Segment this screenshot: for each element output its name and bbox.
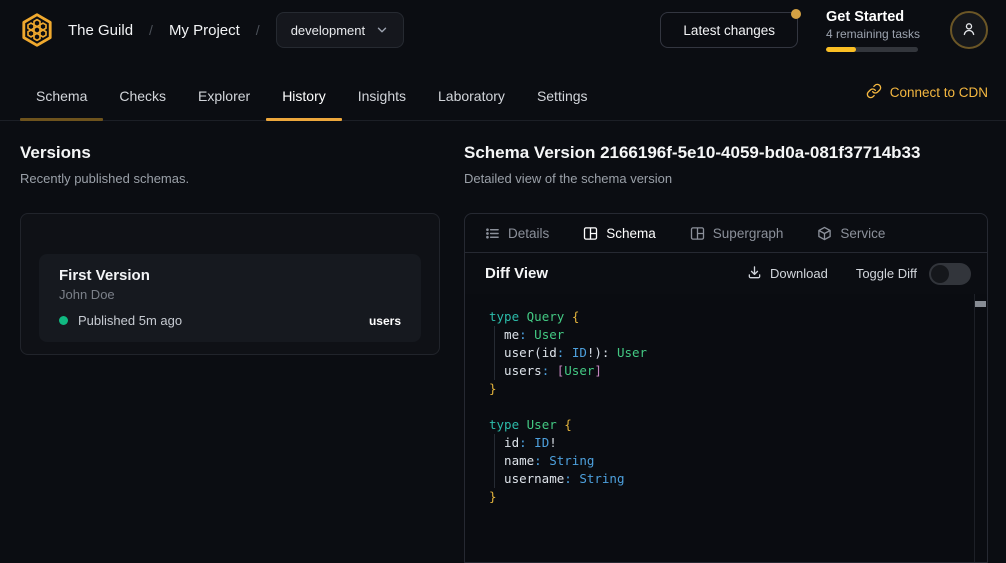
versions-title: Versions: [20, 143, 440, 163]
link-icon: [866, 83, 882, 102]
versions-subtitle: Recently published schemas.: [20, 171, 440, 186]
detail-tab-label: Service: [840, 226, 885, 241]
schema-version-subtitle: Detailed view of the schema version: [464, 171, 988, 186]
user-avatar[interactable]: [950, 11, 988, 49]
detail-tab-label: Supergraph: [713, 226, 784, 241]
code-line: type User {: [489, 416, 963, 434]
code-line: }: [489, 380, 963, 398]
chevron-down-icon: [375, 23, 389, 37]
breadcrumb-org[interactable]: The Guild: [68, 22, 133, 39]
person-icon: [960, 20, 978, 41]
primary-nav: SchemaChecksExplorerHistoryInsightsLabor…: [0, 60, 1006, 121]
breadcrumb-project[interactable]: My Project: [169, 22, 240, 39]
connect-to-cdn-link[interactable]: Connect to CDN: [866, 83, 988, 120]
breadcrumb-separator: /: [256, 22, 260, 38]
breadcrumb-separator: /: [149, 22, 153, 38]
notification-dot-icon: [791, 9, 801, 19]
switch-knob: [931, 265, 949, 283]
code-line: me: User: [489, 326, 963, 344]
detail-tab-service[interactable]: Service: [817, 226, 885, 241]
version-status-row: Published 5m ago users: [59, 313, 401, 328]
version-list-item[interactable]: First Version John Doe Published 5m ago use…: [39, 254, 421, 342]
code-line: }: [489, 488, 963, 506]
detail-tab-supergraph[interactable]: Supergraph: [690, 226, 784, 241]
scrollbar-track: [974, 294, 987, 562]
hive-logo-icon[interactable]: [18, 11, 56, 49]
list-icon: [485, 226, 500, 241]
main-content: Versions Recently published schemas. Fir…: [0, 121, 1006, 563]
detail-tabs: Details Schema Supergraph Service: [465, 214, 987, 253]
diff-toolbar: Diff View Download Toggle Diff: [465, 253, 987, 294]
top-header: The Guild / My Project / development Lat…: [0, 0, 1006, 60]
detail-tab-schema[interactable]: Schema: [583, 226, 656, 241]
detail-tab-details[interactable]: Details: [485, 226, 549, 241]
tab-history[interactable]: History: [266, 88, 342, 120]
code-line: name: String: [489, 452, 963, 470]
header-actions: Latest changes Get Started 4 remaining t…: [660, 9, 988, 52]
progress-fill: [826, 47, 856, 52]
target-selector[interactable]: development: [276, 12, 404, 48]
diff-view-title: Diff View: [485, 265, 548, 282]
download-label: Download: [770, 266, 828, 281]
breadcrumb: The Guild / My Project / development: [68, 12, 404, 48]
columns-icon: [583, 226, 598, 241]
schema-version-title: Schema Version 2166196f-5e10-4059-bd0a-0…: [464, 143, 988, 163]
detail-tab-label: Schema: [606, 226, 656, 241]
toggle-diff-group: Toggle Diff: [856, 263, 971, 285]
code-line: [489, 398, 963, 416]
get-started-subtitle: 4 remaining tasks: [826, 27, 922, 41]
connect-to-cdn-label: Connect to CDN: [890, 85, 988, 100]
tab-checks[interactable]: Checks: [103, 88, 182, 120]
version-service-badge: users: [369, 314, 401, 328]
get-started-title: Get Started: [826, 9, 922, 25]
diff-toolbar-actions: Download Toggle Diff: [747, 263, 971, 285]
version-status: Published 5m ago: [78, 313, 182, 328]
latest-changes-label: Latest changes: [683, 23, 775, 38]
target-selector-value: development: [291, 23, 365, 38]
tab-insights[interactable]: Insights: [342, 88, 422, 120]
tab-schema[interactable]: Schema: [20, 88, 103, 120]
download-icon: [747, 265, 762, 283]
progress-bar: [826, 47, 918, 52]
code-line: user(id: ID!): User: [489, 344, 963, 362]
version-list: First Version John Doe Published 5m ago use…: [20, 213, 440, 355]
tab-explorer[interactable]: Explorer: [182, 88, 266, 120]
scrollbar-thumb[interactable]: [975, 301, 986, 307]
get-started-widget[interactable]: Get Started 4 remaining tasks: [826, 9, 922, 52]
nav-tabs: SchemaChecksExplorerHistoryInsightsLabor…: [20, 88, 604, 120]
version-author: John Doe: [59, 287, 401, 302]
app-root: The Guild / My Project / development Lat…: [0, 0, 1006, 563]
code-area: type Query { me: User user(id: ID!): Use…: [465, 294, 987, 562]
tab-laboratory[interactable]: Laboratory: [422, 88, 521, 120]
detail-tab-label: Details: [508, 226, 549, 241]
code-line: users: [User]: [489, 362, 963, 380]
code-line: type Query {: [489, 308, 963, 326]
download-button[interactable]: Download: [747, 265, 828, 283]
versions-section: Versions Recently published schemas. Fir…: [20, 143, 440, 563]
cube-icon: [817, 226, 832, 241]
toggle-diff-label: Toggle Diff: [856, 266, 917, 281]
code-line: username: String: [489, 470, 963, 488]
schema-version-panel: Details Schema Supergraph Service Diff View…: [464, 213, 988, 563]
code-editor[interactable]: type Query { me: User user(id: ID!): Use…: [465, 294, 987, 506]
code-line: id: ID!: [489, 434, 963, 452]
toggle-diff-switch[interactable]: [929, 263, 971, 285]
columns-icon: [690, 226, 705, 241]
latest-changes-button[interactable]: Latest changes: [660, 12, 798, 48]
schema-version-section: Schema Version 2166196f-5e10-4059-bd0a-0…: [464, 143, 988, 563]
status-dot-icon: [59, 316, 68, 325]
tab-settings[interactable]: Settings: [521, 88, 604, 120]
version-name: First Version: [59, 267, 401, 284]
